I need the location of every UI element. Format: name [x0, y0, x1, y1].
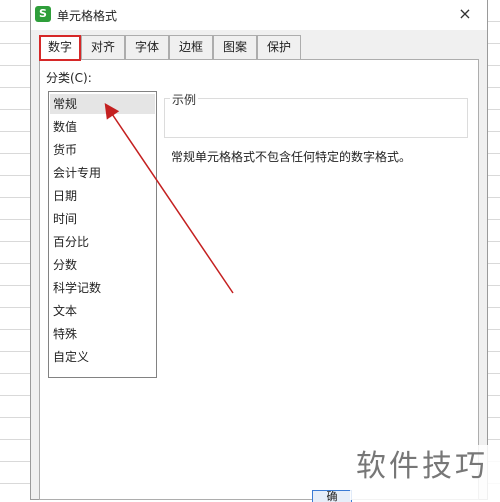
tab-font[interactable]: 字体: [125, 35, 169, 59]
sample-group: 示例: [164, 91, 468, 138]
category-item-custom[interactable]: 自定义: [50, 347, 155, 367]
category-label: 分类(C):: [46, 71, 92, 85]
format-description: 常规单元格格式不包含任何特定的数字格式。: [171, 150, 412, 164]
watermark-text: 软件技巧: [350, 445, 500, 500]
category-item-accounting[interactable]: 会计专用: [50, 163, 155, 183]
dialog-titlebar: S 单元格格式 ×: [31, 0, 487, 30]
close-button[interactable]: ×: [457, 5, 473, 23]
tab-pattern[interactable]: 图案: [213, 35, 257, 59]
category-list[interactable]: 常规 数值 货币 会计专用 日期 时间 百分比 分数 科学记数 文本 特殊 自定…: [48, 91, 157, 378]
category-item-text[interactable]: 文本: [50, 301, 155, 321]
wps-logo-icon: S: [35, 6, 51, 22]
category-item-number[interactable]: 数值: [50, 117, 155, 137]
ok-button[interactable]: 确: [312, 490, 352, 502]
category-item-time[interactable]: 时间: [50, 209, 155, 229]
category-item-percentage[interactable]: 百分比: [50, 232, 155, 252]
category-item-date[interactable]: 日期: [50, 186, 155, 206]
category-item-fraction[interactable]: 分数: [50, 255, 155, 275]
number-tab-panel: 分类(C): 常规 数值 货币 会计专用 日期 时间 百分比 分数 科学记数 文…: [39, 59, 479, 500]
spreadsheet-background: [0, 0, 30, 500]
tab-protection[interactable]: 保护: [257, 35, 301, 59]
category-item-special[interactable]: 特殊: [50, 324, 155, 344]
tab-alignment[interactable]: 对齐: [81, 35, 125, 59]
category-item-scientific[interactable]: 科学记数: [50, 278, 155, 298]
tab-border[interactable]: 边框: [169, 35, 213, 59]
sample-title: 示例: [170, 91, 199, 108]
format-cells-dialog: S 单元格格式 × 数字 对齐 字体 边框 图案 保护 分类(C): 常规 数值…: [30, 0, 488, 500]
tab-number[interactable]: 数字: [39, 35, 81, 60]
dialog-title: 单元格格式: [57, 9, 118, 23]
category-item-general[interactable]: 常规: [50, 94, 155, 114]
category-item-currency[interactable]: 货币: [50, 140, 155, 160]
